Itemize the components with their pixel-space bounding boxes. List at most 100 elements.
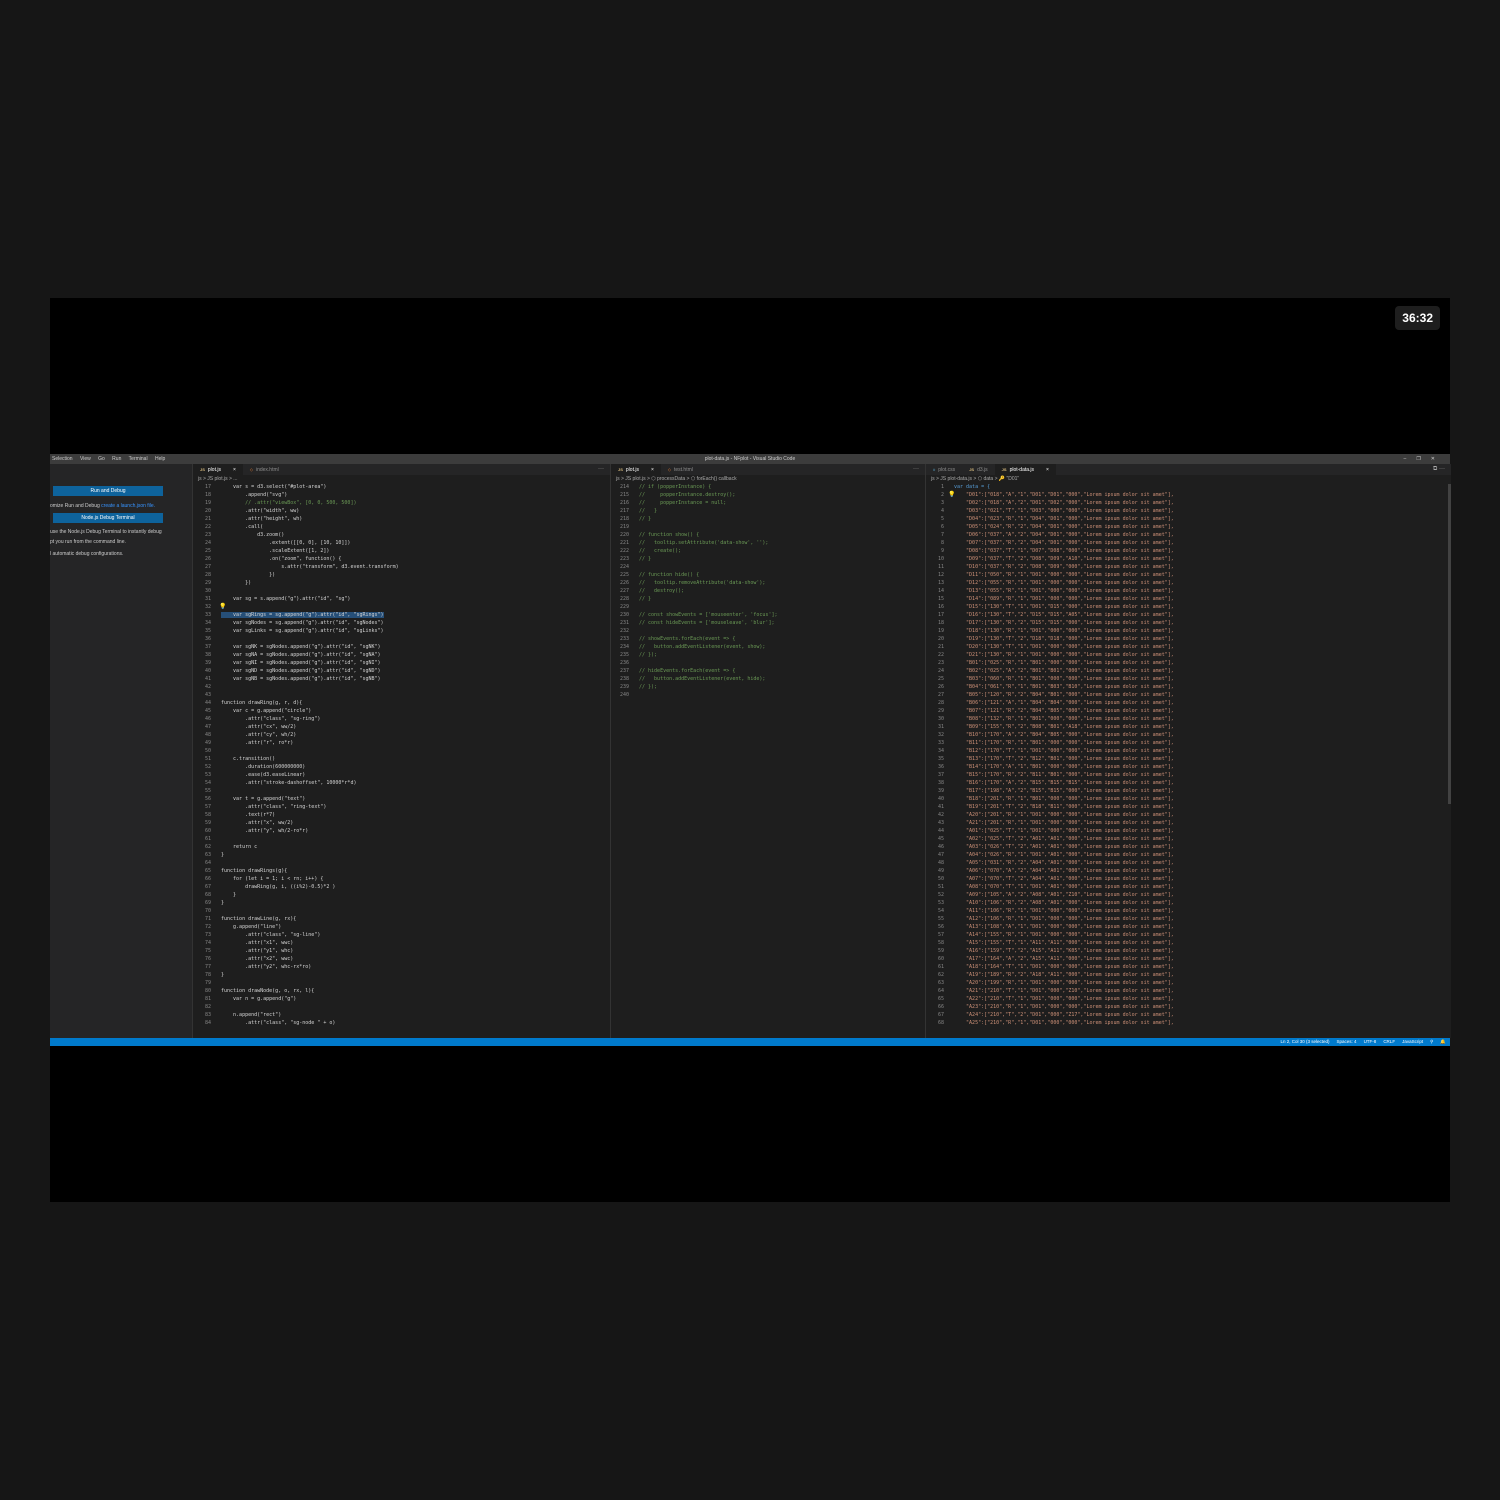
code-text: .attr("class", "sg-line"): [221, 932, 321, 938]
code-line: 34 var sgNodes = sg.append("g").attr("id…: [193, 620, 610, 628]
code-editor[interactable]: 1 var data = {2 💡 "D01":["018","A","1","D0…: [926, 484, 1451, 1038]
tab-plot-css[interactable]: # plot.css: [926, 464, 962, 475]
code-line: 222 // create();: [611, 548, 925, 556]
code-line: 28 "B06":["121","A","1","B04","B04","000…: [926, 700, 1451, 708]
code-text: "A13":["108","A","1","D01","000","000","…: [954, 924, 1174, 930]
code-text: .on("zoom", function() {: [221, 556, 342, 562]
tab-test-html[interactable]: ◇ test.html: [661, 464, 700, 475]
code-editor[interactable]: 214 // if (popperInstance) {215 // popperI…: [611, 484, 925, 1038]
status-item[interactable]: ⚲: [1430, 1039, 1433, 1044]
code-line: 79: [193, 980, 610, 988]
line-number: 21: [204, 516, 211, 522]
line-number: 84: [204, 1020, 211, 1026]
tab-plot-js[interactable]: JS plot.js ×: [193, 464, 243, 475]
code-line: 17 "D16":["130","T","2","D15","D15","A05…: [926, 612, 1451, 620]
line-number: 69: [204, 900, 211, 906]
lightbulb-icon[interactable]: 💡: [219, 603, 226, 610]
node-debug-terminal-button[interactable]: Node.js Debug Terminal: [53, 513, 163, 523]
line-number: 51: [937, 884, 944, 890]
status-item[interactable]: UTF-8: [1364, 1039, 1377, 1044]
line-number: 19: [937, 628, 944, 634]
status-item[interactable]: CRLF: [1383, 1039, 1395, 1044]
line-number: 15: [937, 596, 944, 602]
code-line: 61: [193, 836, 610, 844]
code-line: 62 "A19":["189","R","2","A18","A11","000…: [926, 972, 1451, 980]
editor-actions[interactable]: ···: [913, 464, 919, 475]
breadcrumb[interactable]: js > JS plot.js > ⬡ processData > ⬡ forE…: [611, 475, 925, 484]
create-launch-json-link[interactable]: create a launch.json file.: [101, 503, 155, 509]
tab-label: plot.js: [207, 467, 221, 473]
code-line: 77 .attr("y2", whc-rx*ro): [193, 964, 610, 972]
line-number: 35: [204, 628, 211, 634]
line-number: 40: [937, 796, 944, 802]
code-text: "A21":["201","R","1","D01","000","000","…: [954, 820, 1174, 826]
code-line: 17 var s = d3.select("#plot-area"): [193, 484, 610, 492]
code-text: "A10":["106","R","2","A08","A01","000","…: [954, 900, 1174, 906]
close-tab-icon[interactable]: ×: [651, 467, 654, 473]
run-and-debug-button[interactable]: Run and Debug: [53, 486, 163, 496]
line-number: 230: [619, 612, 629, 618]
line-number: 28: [204, 572, 211, 578]
close-tab-icon[interactable]: ×: [233, 467, 236, 473]
code-line: 20 .attr("width", ww): [193, 508, 610, 516]
tab-d3-js[interactable]: JS d3.js: [962, 464, 994, 475]
code-text: .attr("stroke-dashoffset", 10000*r*d): [221, 780, 357, 786]
code-line: 32 "B10":["170","A","2","B04","B05","000…: [926, 732, 1451, 740]
editor-actions[interactable]: ···: [598, 464, 604, 475]
code-line: 50 "A07":["070","T","2","A04","A01","000…: [926, 876, 1451, 884]
tab-plot-data-js[interactable]: JS plot-data.js ×: [994, 464, 1056, 475]
vertical-scrollbar[interactable]: [1448, 484, 1451, 804]
line-number: 63: [937, 980, 944, 986]
code-line: 7 "D06":["037","A","2","D04","D01","000"…: [926, 532, 1451, 540]
code-line: 57 "A14":["155","R","1","D01","000","000…: [926, 932, 1451, 940]
line-number: 66: [204, 876, 211, 882]
code-text: "A23":["210","R","1","D01","000","000","…: [954, 1004, 1174, 1010]
close-window-icon[interactable]: ✕: [1431, 456, 1445, 462]
code-line: 227 // destroy();: [611, 588, 925, 596]
code-line: 27 "B05":["120","R","2","B04","B01","000…: [926, 692, 1451, 700]
breadcrumb[interactable]: js > JS plot.js > ...: [193, 475, 610, 484]
line-number: 1: [940, 484, 944, 490]
code-text: var sgRings = sg.append("g").attr("id", …: [221, 612, 384, 618]
code-line: 52 "A09":["105","A","2","A08","A01","Z10…: [926, 892, 1451, 900]
status-item[interactable]: Spaces: 4: [1337, 1039, 1357, 1044]
breadcrumb[interactable]: js > JS plot-data.js > ⬡ data > 🔑 "D01": [926, 475, 1451, 484]
line-number: 72: [204, 924, 211, 930]
code-text: var sgNB = sgNodes.append("g").attr("id"…: [221, 676, 381, 682]
line-number: 239: [619, 684, 629, 690]
tab-plot-js[interactable]: JS plot.js ×: [611, 464, 661, 475]
status-item[interactable]: JavaScript: [1402, 1039, 1423, 1044]
code-text: "D15":["130","T","1","D01","D15","000","…: [954, 604, 1174, 610]
close-tab-icon[interactable]: ×: [1046, 467, 1049, 473]
line-number: 17: [204, 484, 211, 490]
line-number: 67: [937, 1012, 944, 1018]
code-line: 58 "A15":["155","T","1","A11","A11","000…: [926, 940, 1451, 948]
line-number: 23: [937, 660, 944, 666]
tab-index-html[interactable]: ◇ index.html: [243, 464, 286, 475]
line-number: 53: [937, 900, 944, 906]
code-text: var sg = s.append("g").attr("id", "sg"): [221, 596, 351, 602]
line-number: 47: [937, 852, 944, 858]
minimize-icon[interactable]: –: [1404, 456, 1417, 462]
line-number: 226: [619, 580, 629, 586]
editor-actions[interactable]: ⧉ ···: [1433, 464, 1445, 475]
code-line: 38 "B16":["170","A","2","B15","B15","B15…: [926, 780, 1451, 788]
line-number: 33: [204, 612, 211, 618]
restore-icon[interactable]: ❐: [1416, 456, 1430, 462]
status-item[interactable]: 🔔: [1440, 1039, 1446, 1044]
code-line: 64 "A21":["210","T","1","D01","000","Z10…: [926, 988, 1451, 996]
code-line: 43: [193, 692, 610, 700]
code-editor[interactable]: 17 var s = d3.select("#plot-area") 18 .ap…: [193, 484, 610, 1038]
line-number: 41: [937, 804, 944, 810]
line-number: 32: [204, 604, 211, 610]
code-text: c.transition(): [221, 756, 276, 762]
status-item[interactable]: Ln 2, Col 30 (3 selected): [1281, 1039, 1330, 1044]
code-text: "A06":["070","A","2","A04","A01","000","…: [954, 868, 1174, 874]
code-text: "B12":["170","T","1","D01","000","000","…: [954, 748, 1174, 754]
code-line: 56 "A13":["108","A","1","D01","000","000…: [926, 924, 1451, 932]
line-number: 68: [937, 1020, 944, 1026]
code-text: // create();: [639, 548, 682, 554]
code-line: 2 💡 "D01":["018","A","1","D01","D01","000…: [926, 491, 1451, 500]
tab-label: plot.css: [938, 467, 956, 473]
code-text: .attr("cx", ww/2): [221, 724, 297, 730]
